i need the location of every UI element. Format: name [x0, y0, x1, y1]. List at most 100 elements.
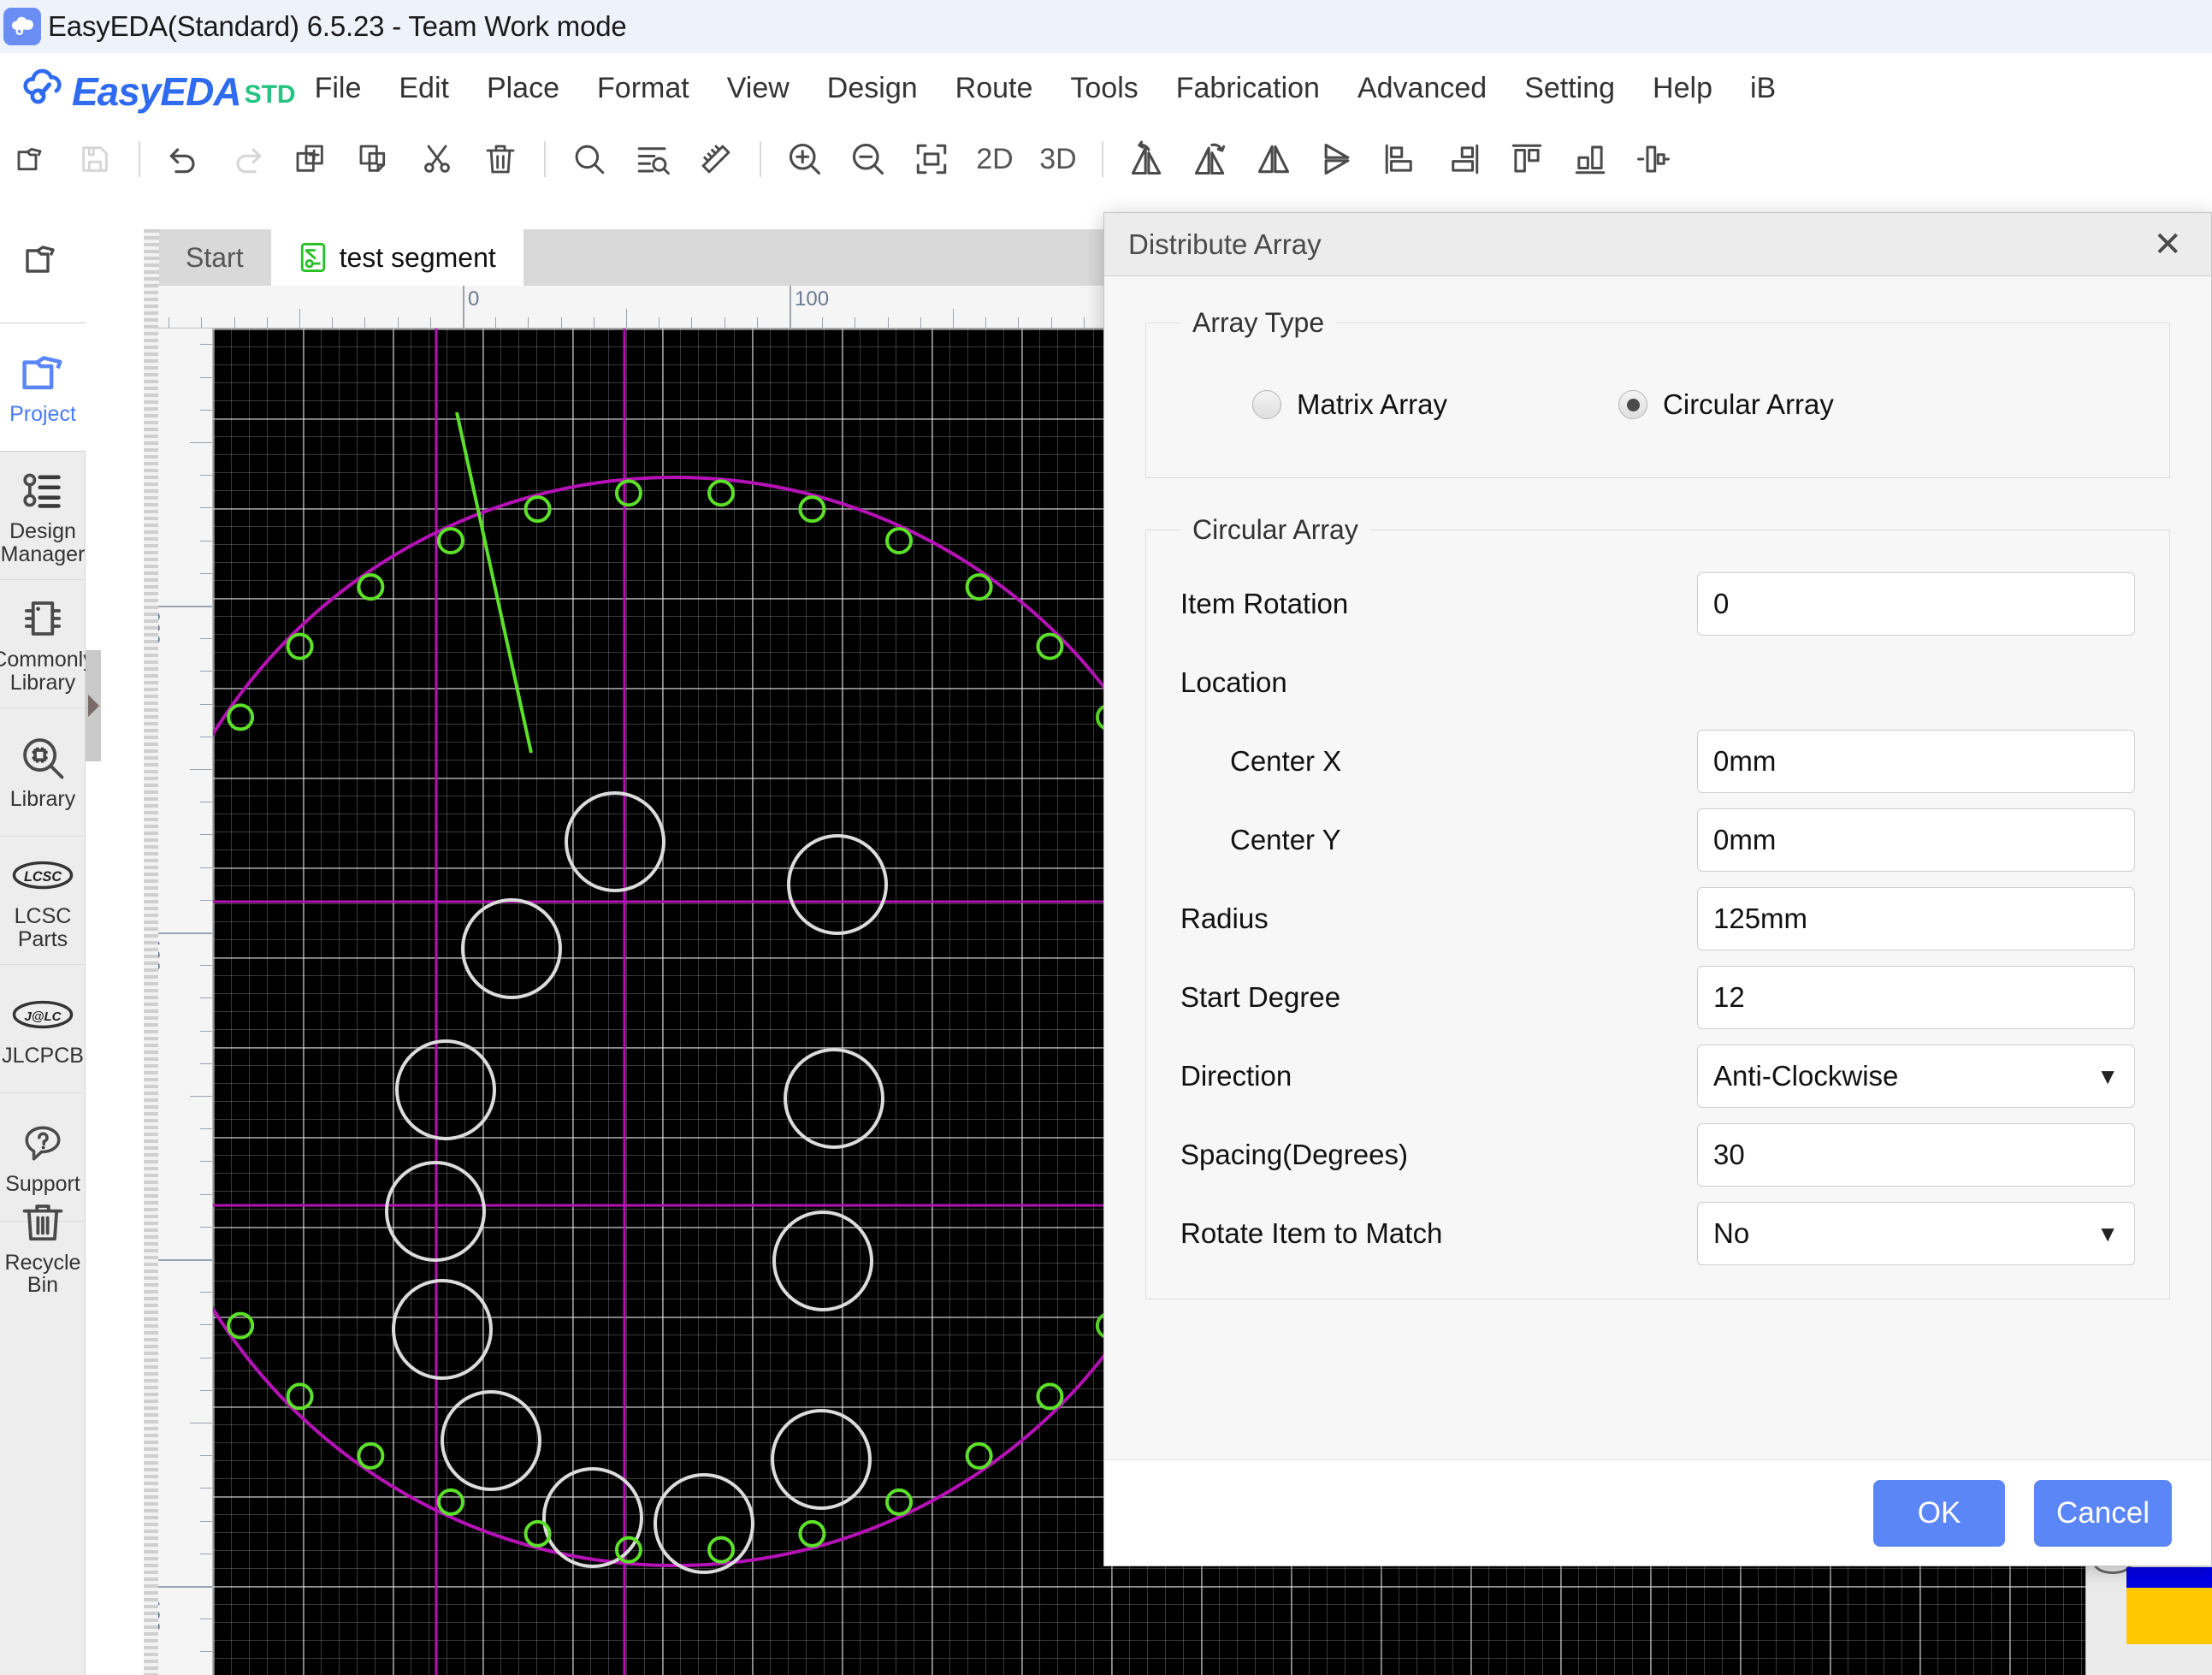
menu-item-route[interactable]: Route	[937, 72, 1052, 105]
menu-item-design[interactable]: Design	[808, 72, 937, 105]
easyeda-cloud-logo-icon	[3, 8, 41, 45]
align-bottom-icon[interactable]	[1564, 133, 1617, 186]
sidebar-item-lcsc-parts[interactable]: LCSC LCSC Parts	[0, 837, 86, 965]
tab-label: test segment	[339, 241, 496, 273]
vertical-ruler[interactable]: -100 100 200	[158, 328, 213, 1675]
undo-icon[interactable]	[157, 133, 210, 186]
select-value: No	[1713, 1217, 1750, 1249]
close-icon[interactable]: ✕	[2153, 228, 2182, 262]
cut-scissors-icon[interactable]	[411, 133, 464, 186]
start-degree-input[interactable]	[1697, 966, 2135, 1029]
align-right-icon[interactable]	[1437, 133, 1490, 186]
rotate-right-icon[interactable]	[1184, 133, 1237, 186]
ruler-tick	[985, 317, 987, 328]
sidebar-expand-handle[interactable]	[86, 650, 101, 761]
menu-item-view[interactable]: View	[708, 72, 808, 105]
sidebar-item-library[interactable]: Library	[0, 708, 86, 837]
sidebar-item-jlcpcb[interactable]: J@LC JLCPCB	[0, 965, 86, 1093]
fit-to-screen-icon[interactable]	[905, 133, 958, 186]
copy-icon[interactable]	[284, 133, 337, 186]
field-label: Spacing(Degrees)	[1180, 1139, 1408, 1170]
ruler-tick	[200, 671, 212, 672]
left-sidebar: Project Design Manager Commonly Library Lib…	[0, 195, 94, 1675]
text-3d-icon[interactable]: 3D	[1032, 133, 1085, 186]
direction-select[interactable]: Anti-Clockwise ▼	[1697, 1045, 2135, 1108]
cancel-button[interactable]: Cancel	[2034, 1479, 2172, 1547]
text-2d-icon[interactable]: 2D	[968, 133, 1021, 186]
align-top-icon[interactable]	[1500, 133, 1553, 186]
main-toolbar: 2D 3D	[0, 123, 2212, 195]
tab-test-segment[interactable]: test segment	[270, 229, 523, 286]
mirror-horizontal-icon[interactable]	[1247, 133, 1300, 186]
radio-matrix-array[interactable]: Matrix Array	[1252, 388, 1447, 421]
ruler-tick	[200, 997, 212, 999]
ruler-measure-icon[interactable]	[689, 133, 742, 186]
pcb-via	[286, 1382, 314, 1411]
field-label: Direction	[1180, 1060, 1292, 1092]
ruler-tick	[200, 834, 212, 836]
menu-item-help[interactable]: Help	[1634, 72, 1731, 105]
ruler-tick	[1018, 317, 1020, 328]
sidebar-item-home[interactable]	[0, 195, 86, 323]
chevron-down-icon: ▼	[2097, 1062, 2119, 1089]
pcb-pad	[787, 834, 888, 935]
sidebar-item-recycle-bin[interactable]: Recycle Bin	[0, 1182, 86, 1311]
pcb-via	[286, 632, 314, 660]
center-y-input[interactable]	[1697, 808, 2135, 872]
sidebar-item-project[interactable]: Project	[0, 323, 86, 452]
dialog-footer: OK Cancel	[1104, 1459, 2211, 1566]
ruler-tick	[200, 507, 212, 509]
center-x-input[interactable]	[1697, 730, 2135, 793]
pcb-via	[614, 479, 642, 507]
ruler-tick	[200, 1389, 212, 1391]
zoom-in-icon[interactable]	[778, 133, 831, 186]
menu-item-edit[interactable]: Edit	[380, 72, 468, 105]
open-folder-icon[interactable]	[5, 133, 58, 186]
pcb-via	[357, 573, 385, 601]
ruler-tick	[200, 867, 212, 868]
field-label: Location	[1180, 666, 1287, 698]
pcb-doc-icon	[299, 241, 328, 274]
sidebar-item-design-manager[interactable]: Design Manager	[0, 452, 86, 580]
ok-button[interactable]: OK	[1873, 1479, 2006, 1547]
layer-color-swatch-bottom[interactable]	[2126, 1588, 2212, 1644]
ruler-tick	[190, 769, 212, 770]
menu-item-file[interactable]: File	[296, 72, 381, 105]
search-icon[interactable]	[563, 133, 616, 186]
menu-item-place[interactable]: Place	[468, 72, 578, 105]
distribute-center-icon[interactable]	[1627, 133, 1680, 186]
radio-circular-array[interactable]: Circular Array	[1618, 388, 1834, 421]
redo-icon	[221, 133, 274, 186]
layer-color-swatch-top[interactable]	[2126, 1567, 2212, 1588]
spacing-degrees-input[interactable]	[1697, 1123, 2135, 1187]
sidebar-item-label: Design Manager	[0, 519, 86, 566]
menu-item-list: File Edit Place Format View Design Route Tools F…	[296, 72, 1795, 105]
rotate-left-icon[interactable]	[1121, 133, 1174, 186]
sidebar-item-commonly-library[interactable]: Commonly Library	[0, 580, 94, 708]
sidebar-item-label: Recycle Bin	[4, 1250, 81, 1297]
board-outline-circle	[213, 476, 1221, 1567]
mirror-vertical-icon[interactable]	[1310, 133, 1363, 186]
field-row-radius: Radius	[1180, 879, 2135, 958]
zoom-out-icon[interactable]	[842, 133, 895, 186]
pcb-via	[1036, 632, 1064, 660]
question-bubble-icon	[20, 1118, 66, 1168]
item-rotation-input[interactable]	[1697, 572, 2135, 636]
radius-input[interactable]	[1697, 887, 2135, 950]
find-list-icon[interactable]	[626, 133, 679, 186]
ruler-label: 100	[158, 938, 163, 973]
rotate-item-to-match-select[interactable]: No ▼	[1697, 1202, 2135, 1265]
library-search-chip-icon	[20, 733, 66, 783]
tab-start[interactable]: Start	[158, 229, 271, 286]
menu-item-ib[interactable]: iB	[1731, 72, 1795, 105]
align-left-icon[interactable]	[1374, 133, 1427, 186]
delete-trash-icon[interactable]	[474, 133, 527, 186]
menu-item-fabrication[interactable]: Fabrication	[1157, 72, 1339, 105]
paste-icon[interactable]	[347, 133, 400, 186]
field-row-direction: Direction Anti-Clockwise ▼	[1180, 1037, 2135, 1116]
menu-item-setting[interactable]: Setting	[1505, 72, 1634, 105]
menu-item-advanced[interactable]: Advanced	[1339, 72, 1505, 105]
menu-item-tools[interactable]: Tools	[1051, 72, 1156, 105]
menu-item-format[interactable]: Format	[578, 72, 708, 105]
ruler-tick	[200, 1030, 212, 1032]
